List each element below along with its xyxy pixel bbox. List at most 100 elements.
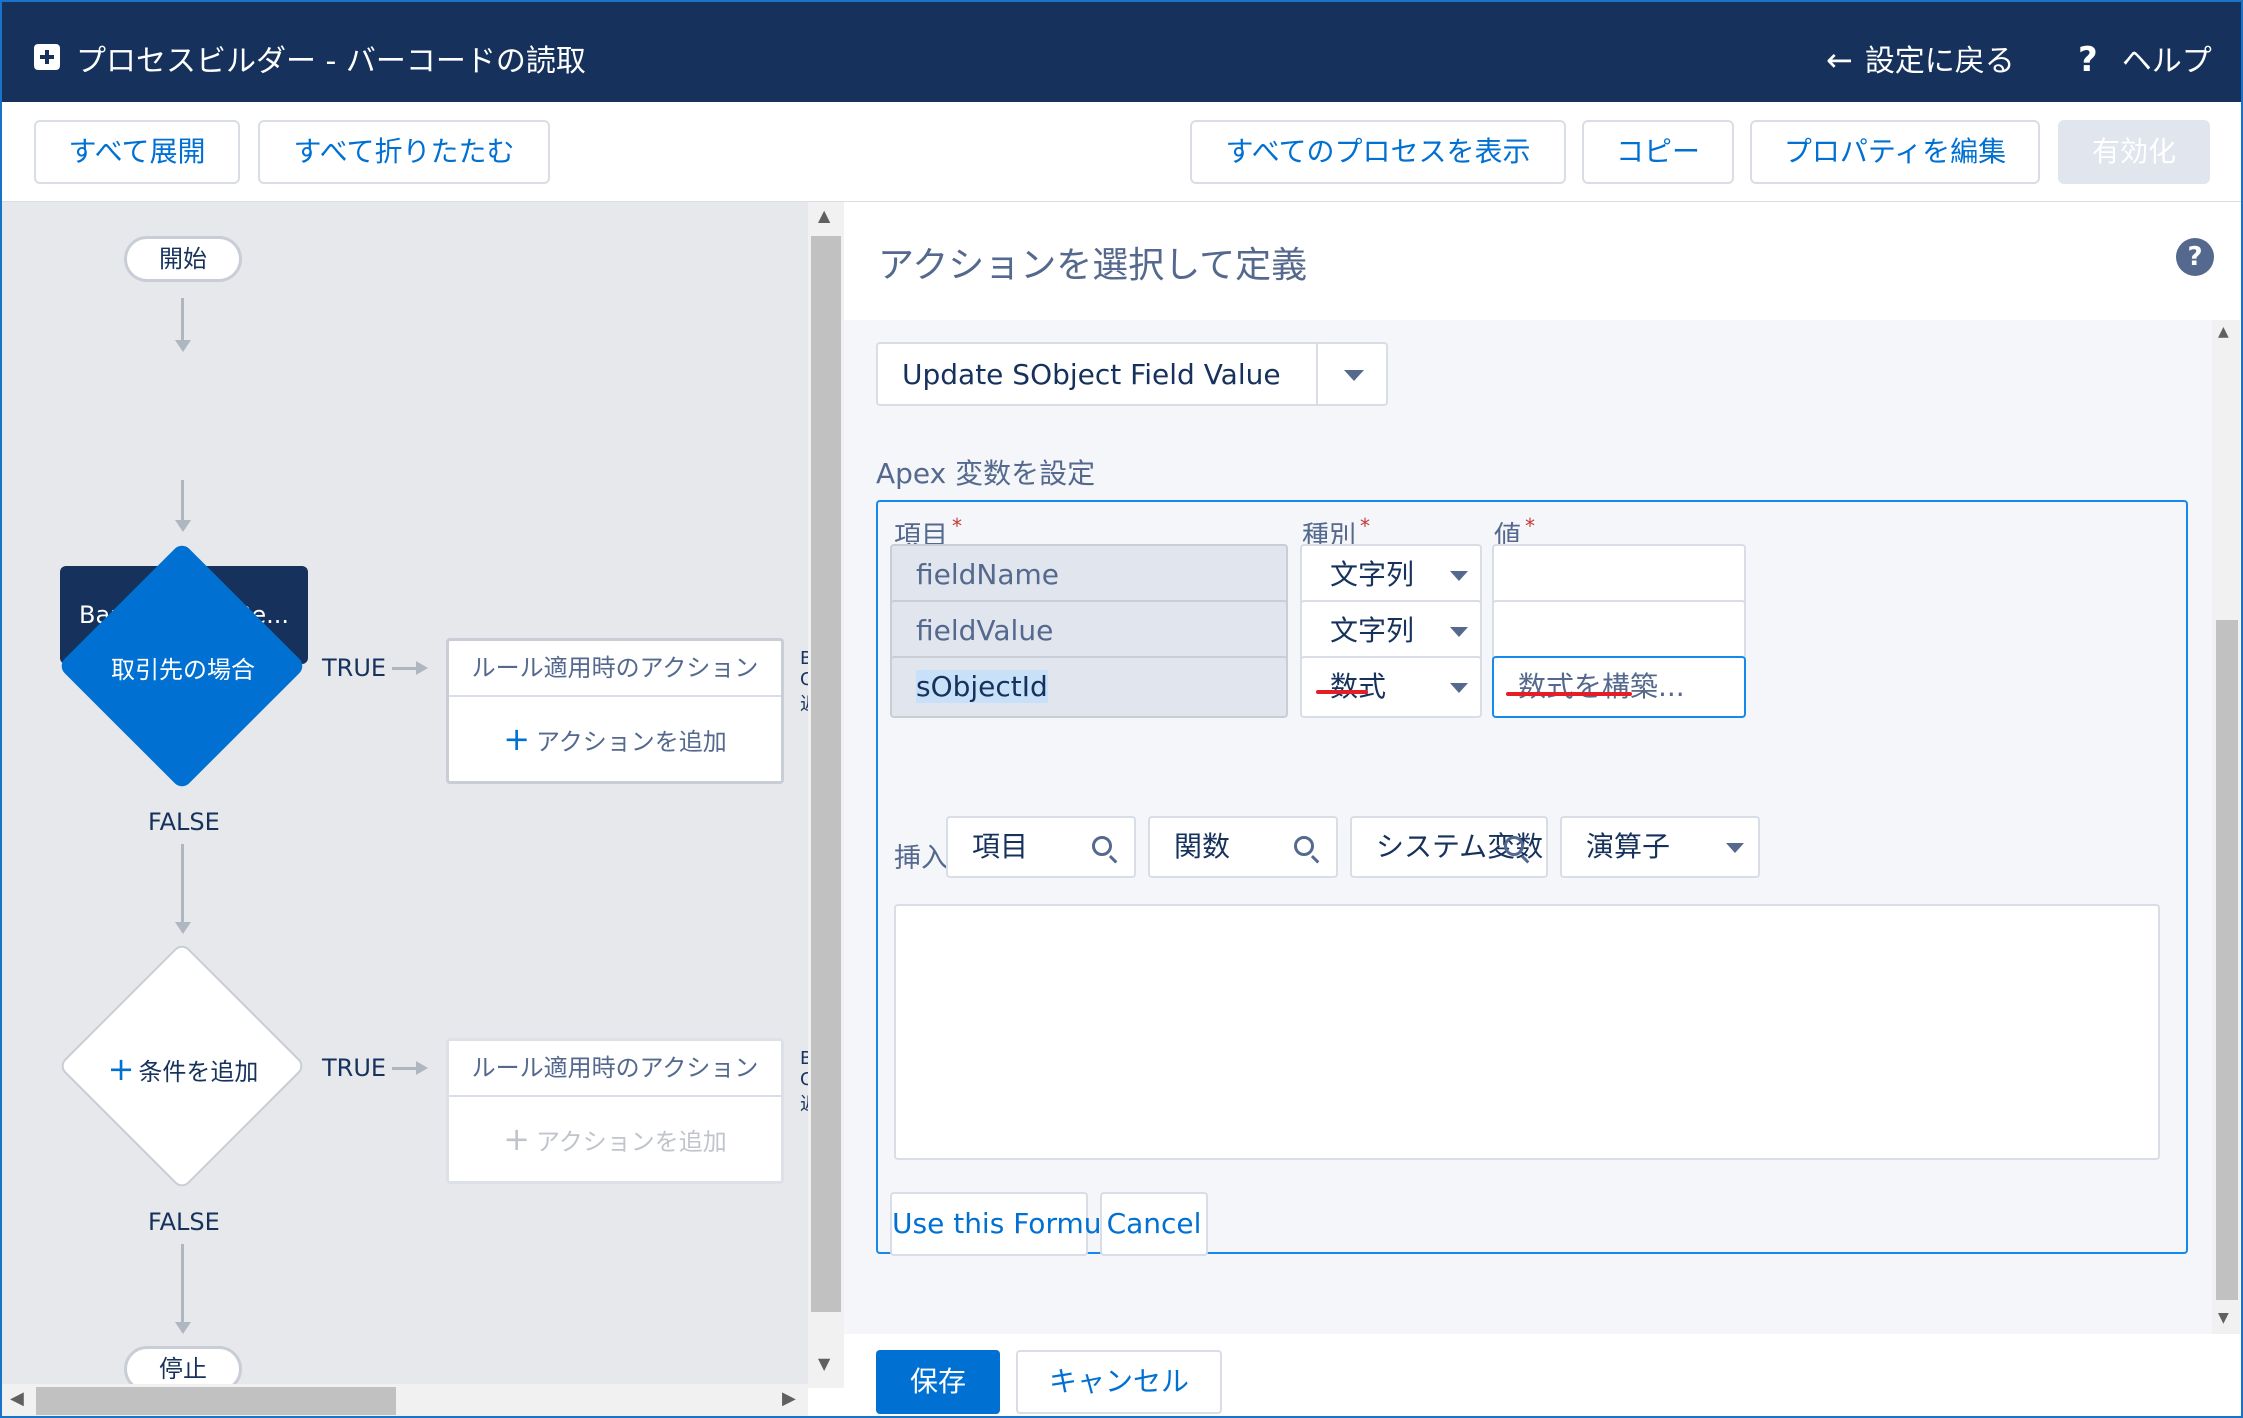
back-to-setup-link[interactable]: ← 設定に戻る	[1826, 36, 2015, 80]
add-criteria-label: 条件を追加	[138, 1058, 259, 1086]
chevron-down-icon	[1344, 370, 1364, 381]
arrow-left-icon: ←	[1826, 41, 1853, 79]
scroll-thumb[interactable]	[811, 236, 841, 1312]
false-label: FALSE	[148, 1208, 220, 1236]
picker-label: 項目	[972, 830, 1029, 863]
section-label: Apex 変数を設定	[876, 457, 1096, 490]
search-icon	[1294, 836, 1314, 856]
start-node: 開始	[124, 236, 242, 282]
true-label: TRUE	[322, 654, 387, 682]
arrow-right-icon	[416, 1061, 428, 1075]
scroll-right-icon[interactable]: ▶	[782, 1388, 796, 1409]
activate-button[interactable]: 有効化	[2058, 120, 2210, 184]
type-select[interactable]: 文字列	[1300, 544, 1482, 606]
plus-icon: +	[107, 1050, 135, 1088]
picker-label: 演算子	[1586, 830, 1671, 863]
value-input[interactable]	[1492, 600, 1746, 662]
help-link[interactable]: ? ヘルプ	[2078, 36, 2212, 80]
question-icon: ?	[2078, 40, 2098, 80]
canvas-horizontal-scrollbar[interactable]: ◀ ▶	[2, 1384, 808, 1418]
add-action-link[interactable]: + アクションを追加	[449, 697, 781, 784]
true-label: TRUE	[322, 1054, 387, 1082]
field-name-box: sObjectId	[890, 656, 1288, 718]
cancel-button[interactable]: キャンセル	[1016, 1350, 1222, 1414]
insert-system-variable-picker[interactable]: システム変数	[1350, 816, 1548, 878]
cancel-formula-button[interactable]: Cancel	[1100, 1192, 1208, 1256]
edit-properties-button[interactable]: プロパティを編集	[1750, 120, 2040, 184]
action-group-2: ルール適用時のアクション + アクションを追加	[446, 1038, 784, 1184]
copy-button[interactable]: コピー	[1582, 120, 1734, 184]
action-group-1: ルール適用時のアクション + アクションを追加	[446, 638, 784, 784]
apex-action-select[interactable]: Update SObject Field Value	[876, 342, 1388, 406]
insert-field-picker[interactable]: 項目	[946, 816, 1136, 878]
annotation-underline	[1316, 690, 1368, 694]
connector	[181, 298, 184, 344]
field-name-box: fieldValue	[890, 600, 1288, 662]
panel-body: Update SObject Field Value Apex 変数を設定 項目…	[844, 320, 2212, 1334]
help-icon[interactable]: ?	[2176, 238, 2214, 276]
save-button[interactable]: 保存	[876, 1350, 1000, 1414]
arrow-down-icon	[175, 1322, 191, 1334]
false-label: FALSE	[148, 808, 220, 836]
connector	[181, 480, 184, 524]
chevron-down-icon	[1450, 683, 1468, 693]
criteria-label: 取引先の場合	[111, 656, 255, 684]
scroll-thumb[interactable]	[2216, 620, 2238, 1300]
panel-footer: 保存 キャンセル	[844, 1334, 2240, 1418]
use-formula-button[interactable]: Use this Formula	[890, 1192, 1126, 1256]
scroll-left-icon[interactable]: ◀	[10, 1388, 24, 1409]
insert-function-picker[interactable]: 関数	[1148, 816, 1338, 878]
type-select[interactable]: 数式	[1300, 656, 1482, 718]
action-header: ルール適用時のアクション	[449, 1041, 781, 1097]
chevron-down-icon	[1450, 627, 1468, 637]
add-criteria-node[interactable]: + 条件を追加	[60, 1050, 306, 1088]
scroll-up-icon[interactable]: ▲	[2218, 324, 2229, 340]
scroll-down-icon[interactable]: ▼	[818, 1354, 830, 1373]
divider	[1316, 344, 1318, 404]
search-icon	[1092, 836, 1112, 856]
add-action-label: アクションを追加	[536, 1128, 727, 1156]
add-action-label: アクションを追加	[536, 728, 727, 756]
type-value: 数式	[1330, 670, 1387, 703]
canvas-vertical-scrollbar[interactable]: ▲ ▼	[808, 202, 844, 1388]
value-input[interactable]	[1492, 544, 1746, 606]
process-builder-icon	[34, 44, 60, 70]
chevron-down-icon	[1450, 571, 1468, 581]
connector	[181, 844, 184, 926]
chevron-down-icon	[1726, 843, 1744, 853]
annotation-underline	[1506, 692, 1632, 696]
arrow-down-icon	[175, 520, 191, 532]
process-canvas: 開始 BarcodeScanRe... 取引先の場合 TRUE ルール適用時のア…	[2, 202, 808, 1418]
add-action-link: + アクションを追加	[449, 1097, 781, 1184]
arrow-down-icon	[175, 340, 191, 352]
connector	[181, 1244, 184, 1326]
panel-title: アクションを選択して定義	[878, 245, 1308, 286]
field-name-box: fieldName	[890, 544, 1288, 606]
plus-icon: +	[503, 1120, 530, 1158]
field-name-text: sObjectId	[916, 670, 1048, 703]
scroll-down-icon[interactable]: ▼	[2218, 1310, 2229, 1326]
toolbar: すべて展開 すべて折りたたむ すべてのプロセスを表示 コピー プロパティを編集 …	[0, 102, 2243, 202]
picker-label: 関数	[1174, 830, 1231, 863]
insert-operator-picker[interactable]: 演算子	[1560, 816, 1760, 878]
collapse-all-button[interactable]: すべて折りたたむ	[258, 120, 550, 184]
plus-icon: +	[503, 720, 530, 758]
build-formula-input[interactable]: 数式を構築...	[1492, 656, 1746, 718]
back-label: 設定に戻る	[1864, 44, 2015, 79]
scroll-up-icon[interactable]: ▲	[818, 206, 830, 225]
page-title: プロセスビルダー - バーコードの読取	[76, 44, 586, 79]
panel-scrollbar[interactable]: ▲ ▼	[2212, 320, 2240, 1334]
expand-all-button[interactable]: すべて展開	[34, 120, 240, 184]
selected-action: Update SObject Field Value	[902, 358, 1281, 391]
scroll-thumb[interactable]	[36, 1387, 396, 1415]
arrow-right-icon	[416, 661, 428, 675]
required-mark: *	[952, 514, 962, 538]
view-all-processes-button[interactable]: すべてのプロセスを表示	[1190, 120, 1566, 184]
app-header: プロセスビルダー - バーコードの読取 ← 設定に戻る ? ヘルプ	[0, 0, 2243, 102]
formula-textarea[interactable]	[894, 904, 2160, 1160]
clipped-text: BC近	[800, 648, 808, 715]
required-mark: *	[1360, 514, 1370, 538]
action-header: ルール適用時のアクション	[449, 641, 781, 697]
arrow-down-icon	[175, 922, 191, 934]
type-select[interactable]: 文字列	[1300, 600, 1482, 662]
